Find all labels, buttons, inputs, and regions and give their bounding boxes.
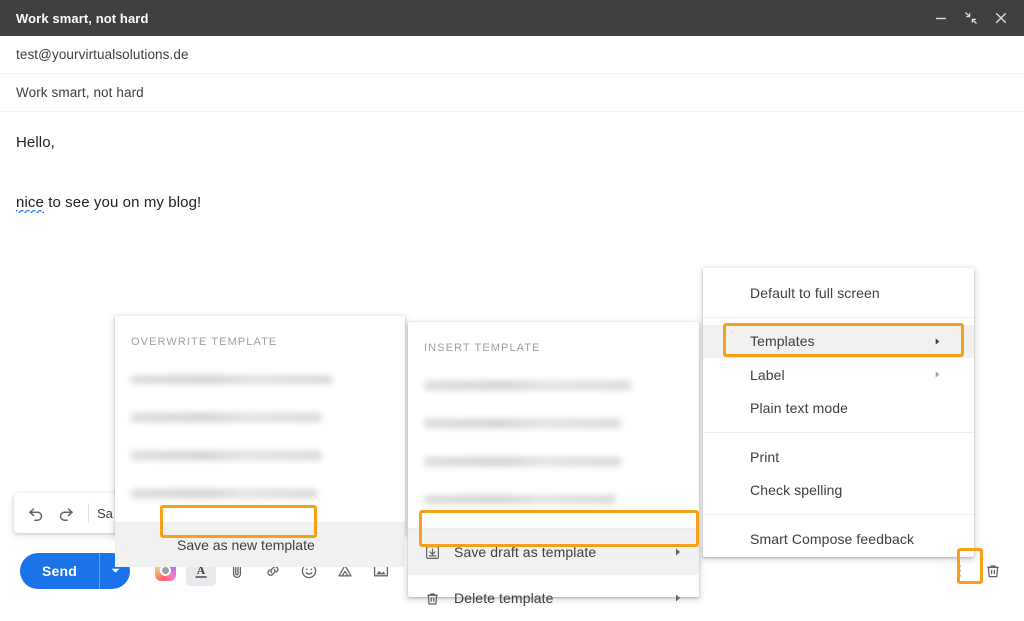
compose-title-bar: Work smart, not hard [0, 0, 1024, 36]
misspelled-word: nice [16, 193, 44, 215]
templates-item[interactable]: Templates [703, 324, 974, 358]
template-list-item[interactable] [408, 442, 699, 480]
send-button[interactable]: Send [20, 553, 99, 589]
check-spelling-item[interactable]: Check spelling [703, 474, 974, 508]
save-as-new-template-label: Save as new template [177, 537, 315, 553]
label-item[interactable]: Label [703, 358, 974, 392]
blurred-template-name [131, 450, 322, 460]
template-list-item[interactable] [408, 366, 699, 404]
template-list-item[interactable] [115, 398, 405, 436]
toolbar-divider [88, 503, 89, 523]
insert-template-list [408, 362, 699, 528]
plain-text-mode-item[interactable]: Plain text mode [703, 392, 974, 426]
blurred-template-name [424, 494, 616, 504]
blurred-template-name [131, 488, 317, 498]
discard-draft-icon[interactable] [978, 556, 1008, 586]
undo-icon[interactable] [22, 499, 50, 527]
panel-divider [703, 514, 974, 515]
blurred-template-name [424, 456, 621, 466]
recipient-field[interactable]: test@yourvirtualsolutions.de [0, 36, 1024, 74]
body-greeting: Hello, [16, 134, 55, 151]
template-list-item[interactable] [115, 360, 405, 398]
delete-template-label: Delete template [454, 590, 554, 606]
chevron-right-icon [673, 547, 683, 557]
close-button[interactable] [988, 5, 1014, 31]
save-as-new-template-item[interactable]: Save as new template [115, 523, 405, 567]
overwrite-template-panel: OVERWRITE TEMPLATE Save as new template [115, 316, 405, 567]
body-line: nice to see you on my blog! [16, 192, 1008, 215]
overwrite-template-list [115, 356, 405, 522]
recipient-value: test@yourvirtualsolutions.de [16, 47, 189, 62]
redo-icon[interactable] [52, 499, 80, 527]
overwrite-template-label: OVERWRITE TEMPLATE [131, 336, 278, 348]
body-line-rest: to see you on my blog! [43, 193, 202, 211]
templates-label: Templates [750, 333, 815, 350]
check-spelling-label: Check spelling [750, 482, 843, 499]
default-to-full-screen-item[interactable]: Default to full screen [703, 276, 974, 310]
send-button-group: Send [20, 552, 131, 589]
blurred-template-name [424, 418, 621, 428]
template-list-item[interactable] [115, 474, 405, 512]
print-label: Print [750, 448, 780, 465]
plain-text-mode-label: Plain text mode [750, 400, 848, 417]
panel-divider [703, 432, 974, 433]
chevron-right-icon [673, 593, 683, 603]
insert-template-panel: INSERT TEMPLATE Save draft as template D… [408, 322, 699, 606]
compose-title: Work smart, not hard [16, 10, 149, 26]
minimize-button[interactable] [928, 5, 954, 31]
smart-compose-feedback-label: Smart Compose feedback [750, 530, 915, 547]
exit-full-screen-button[interactable] [958, 5, 984, 31]
more-options-icon[interactable] [944, 556, 974, 586]
default-to-full-screen-label: Default to full screen [750, 284, 880, 301]
save-draft-as-template-label: Save draft as template [454, 544, 597, 560]
smart-compose-feedback-item[interactable]: Smart Compose feedback [703, 522, 974, 556]
chevron-right-icon [933, 370, 942, 379]
blurred-template-name [424, 380, 632, 390]
template-list-item[interactable] [115, 436, 405, 474]
save-icon [424, 544, 454, 561]
blurred-template-name [131, 412, 322, 422]
window-controls [928, 5, 1024, 31]
trash-icon [424, 590, 454, 607]
chevron-right-icon [933, 337, 942, 346]
delete-template-item[interactable]: Delete template [408, 575, 699, 621]
subject-field[interactable]: Work smart, not hard [0, 74, 1024, 112]
save-draft-as-template-item[interactable]: Save draft as template [408, 529, 699, 575]
blurred-template-name [131, 374, 333, 384]
template-list-item[interactable] [408, 404, 699, 442]
bottom-right-tools [944, 556, 1014, 586]
print-item[interactable]: Print [703, 440, 974, 474]
template-list-item[interactable] [408, 480, 699, 518]
subject-value: Work smart, not hard [16, 85, 144, 100]
insert-template-label: INSERT TEMPLATE [424, 342, 541, 354]
more-options-menu: Default to full screen Templates Label P… [703, 268, 974, 557]
label-label: Label [750, 366, 785, 383]
panel-divider [703, 316, 974, 318]
font-family-select[interactable]: Sa [97, 506, 113, 521]
